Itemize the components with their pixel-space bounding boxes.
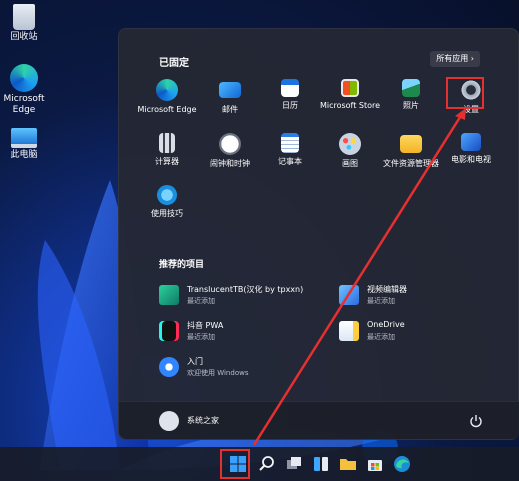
annotation-arrows xyxy=(252,108,466,446)
